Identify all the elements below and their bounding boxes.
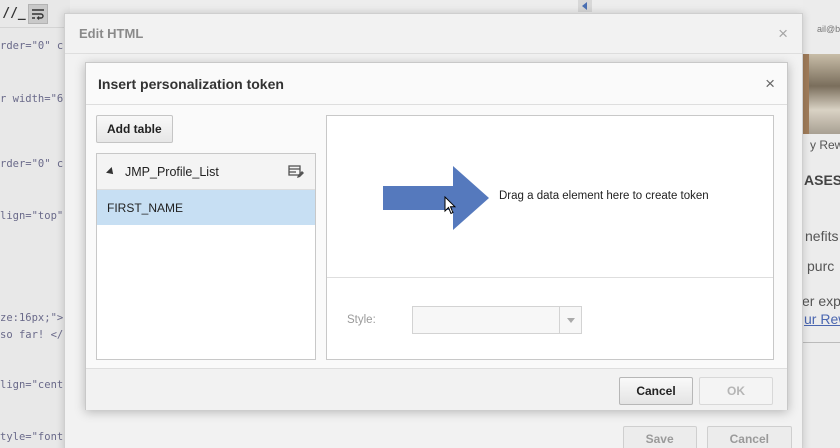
add-table-button[interactable]: Add table: [96, 115, 173, 143]
style-row: Style:: [347, 306, 582, 334]
code-line: rder="0" c: [0, 158, 64, 170]
edit-html-title: Edit HTML: [79, 26, 144, 41]
wrap-icon[interactable]: [28, 3, 48, 24]
mouse-cursor-icon: [444, 196, 456, 215]
code-line: rder="0" c: [0, 40, 64, 52]
style-select-value: [413, 307, 559, 333]
style-select[interactable]: [412, 306, 582, 334]
close-icon[interactable]: ×: [778, 24, 788, 44]
table-edit-icon[interactable]: [287, 164, 305, 180]
preview-image: [803, 54, 840, 134]
preview-text: purc: [807, 258, 835, 274]
style-label: Style:: [347, 314, 376, 326]
save-button[interactable]: Save: [622, 426, 697, 448]
code-line: r width="60: [0, 93, 70, 105]
code-line: so far! </: [0, 329, 64, 341]
code-line: tyle="font: [0, 431, 64, 443]
preview-text: y Rewa: [810, 138, 840, 152]
cancel-button[interactable]: Cancel: [619, 377, 693, 405]
data-tree-panel: JMP_Profile_List FIRST_NAME: [96, 153, 316, 360]
background-code-editor: //_ rder="0" c r width="60 rder="0" c li…: [0, 0, 70, 448]
insert-token-dialog: Insert personalization token × Add table…: [85, 62, 788, 410]
code-line: lign="top": [0, 210, 64, 222]
code-line: lign="cente: [0, 379, 70, 391]
code-line: ze:16px;">: [0, 312, 64, 324]
close-icon[interactable]: ×: [765, 74, 775, 94]
editor-toolbar: //_: [0, 0, 70, 28]
ok-button[interactable]: OK: [699, 377, 773, 405]
tree-table-header[interactable]: JMP_Profile_List: [97, 154, 315, 190]
split-handle-arrow-icon[interactable]: [578, 0, 592, 12]
format-icon[interactable]: //_: [2, 4, 25, 24]
insert-token-footer: Cancel OK: [86, 368, 787, 410]
token-drop-zone[interactable]: Drag a data element here to create token: [327, 116, 773, 278]
edit-html-header: Edit HTML ×: [65, 14, 802, 54]
email-text: ail@brick: [817, 24, 840, 34]
collapse-triangle-icon[interactable]: [106, 166, 116, 177]
insert-token-header: Insert personalization token ×: [86, 63, 787, 105]
background-preview: ail@brick y Rewa ASES nefits purc er exp…: [803, 0, 840, 448]
preview-text: er exp: [803, 293, 840, 309]
preview-text: nefits: [805, 228, 839, 244]
chevron-down-icon[interactable]: [559, 307, 581, 333]
drop-hint-text: Drag a data element here to create token: [499, 190, 709, 202]
table-name: JMP_Profile_List: [125, 164, 219, 179]
preview-heading: ASES: [804, 172, 840, 188]
preview-link[interactable]: ur Rew: [804, 311, 840, 327]
tree-field-item[interactable]: FIRST_NAME: [97, 190, 315, 225]
right-arrow-icon: [383, 166, 489, 230]
insert-token-title: Insert personalization token: [98, 75, 284, 92]
edit-html-footer: Save Cancel: [65, 426, 802, 448]
cancel-button[interactable]: Cancel: [706, 426, 792, 448]
token-drop-panel: Drag a data element here to create token…: [326, 115, 774, 360]
